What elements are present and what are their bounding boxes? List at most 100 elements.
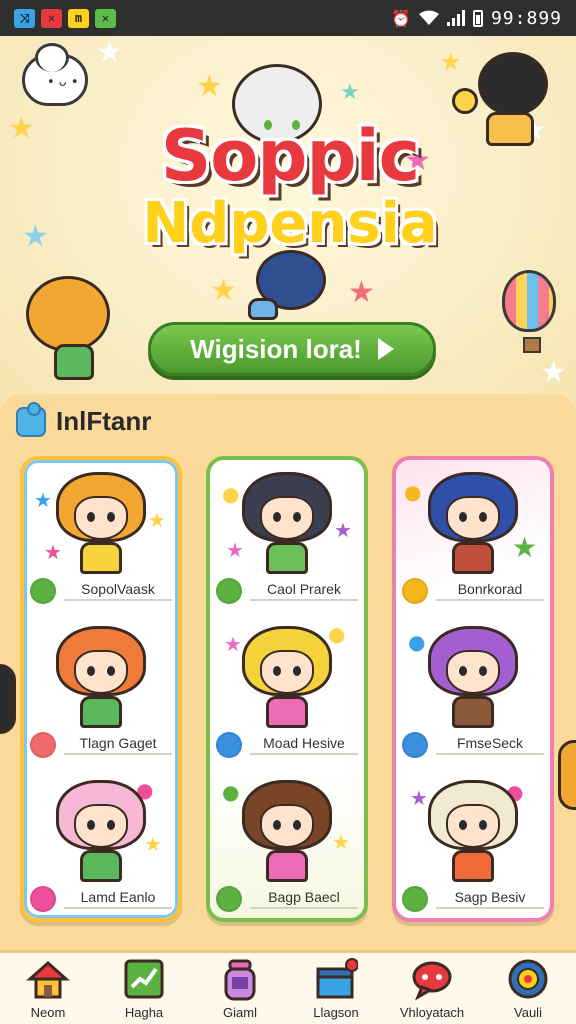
nav-item-chat[interactable]: Vhloyatach: [387, 957, 477, 1020]
house-icon: [26, 957, 70, 1001]
nav-label: Neom: [30, 1005, 66, 1020]
character-name: Tlagn Gaget: [64, 735, 172, 755]
character-entry[interactable]: ● ★ Lamd Eanlo: [24, 768, 178, 918]
hero-banner: ★ ★ ★ ★ ★ ★ ★ ★ ★ ★ ★ • ᴗ • Soppic Ndpen…: [0, 36, 576, 416]
character-name: Bonrkorad: [436, 581, 544, 601]
character-portrait: [428, 626, 518, 734]
character-portrait: [242, 472, 332, 580]
game-logo: Soppic Ndpensia: [120, 116, 460, 256]
balloon-icon: ●: [222, 780, 240, 804]
status-dot: [216, 886, 242, 912]
character-card[interactable]: ★ ★ ★ SopolVaask Tlagn Gaget ● ★ Lamd Ea…: [20, 456, 182, 922]
nav-label: Giaml: [223, 1005, 257, 1020]
character-section: InlFtanr ★ ★ ★ SopolVaask Tlagn Gaget ● …: [0, 394, 576, 954]
hot-air-balloon-icon: [502, 270, 556, 353]
star-icon: ★: [224, 632, 242, 656]
character-entry[interactable]: ● ★ ★ Caol Prarek: [210, 460, 364, 614]
start-button-label: Wigision lora!: [190, 333, 362, 364]
balloon-icon: ●: [404, 480, 422, 504]
play-icon: [377, 338, 394, 360]
nav-label: Hagha: [124, 1005, 164, 1020]
notification-icons: ⤨ ✕ m ✕: [14, 8, 116, 28]
character-portrait: [242, 626, 332, 734]
system-status: ⏰ 99:899: [391, 8, 562, 29]
status-dot: [402, 886, 428, 912]
character-entry[interactable]: ● ★ Bagp Baecl: [210, 768, 364, 918]
character-portrait: [56, 472, 146, 580]
character-entry[interactable]: Tlagn Gaget: [24, 614, 178, 768]
star-icon: ★: [22, 219, 49, 254]
nav-item-medal[interactable]: Vauli: [483, 957, 573, 1020]
character-name: SopolVaask: [64, 581, 172, 601]
character-entry[interactable]: ★ ★ ★ SopolVaask: [24, 460, 178, 614]
status-dot: [30, 578, 56, 604]
nav-label: Vauli: [514, 1005, 542, 1020]
app-badge-icon: ✕: [41, 8, 62, 28]
star-icon: ★: [196, 69, 223, 104]
speech-bubble-icon: ●: [408, 630, 426, 654]
star-icon: ★: [96, 36, 123, 70]
star-icon: ★: [348, 275, 375, 310]
status-dot: [216, 578, 242, 604]
mascot-character: [26, 276, 110, 352]
peeking-character: [0, 664, 16, 734]
character-entry[interactable]: ● ★ Bonrkorad: [396, 460, 550, 614]
status-dot: [402, 732, 428, 758]
star-icon: ★: [334, 518, 352, 542]
character-portrait: [242, 780, 332, 888]
battery-icon: [472, 9, 483, 27]
nav-item-box[interactable]: Llagson: [291, 957, 381, 1020]
section-header: InlFtanr: [16, 401, 151, 437]
character-entry[interactable]: ★ ● Sagp Besiv: [396, 768, 550, 918]
nav-label: Vhloyatach: [399, 1005, 465, 1020]
balloon-icon: ●: [222, 482, 240, 506]
box-icon: [314, 957, 359, 1001]
character-name: Bagp Baecl: [250, 889, 358, 909]
app-badge-icon: ✕: [95, 8, 116, 28]
signal-icon: [446, 10, 465, 26]
star-icon: ★: [210, 273, 237, 308]
character-entry[interactable]: ● FmseSeck: [396, 614, 550, 768]
logo-subtitle: Ndpensia: [142, 191, 438, 256]
start-button[interactable]: Wigision lora!: [148, 322, 436, 376]
app-badge-icon: ⤨: [14, 8, 35, 28]
nav-item-stats[interactable]: Hagha: [99, 957, 189, 1020]
character-card[interactable]: ● ★ ★ Caol Prarek ● ★ Moad Hesive ● ★ Ba…: [206, 456, 368, 922]
character-portrait: [56, 780, 146, 888]
bottom-navigation: Neom Hagha Giaml Llagson Vhloyatach Vaul…: [0, 950, 576, 1024]
cloud-mascot-icon: • ᴗ •: [22, 43, 88, 106]
character-card[interactable]: ● ★ Bonrkorad ● FmseSeck ★ ● Sagp Besiv: [392, 456, 554, 922]
jar-icon: [218, 957, 262, 1001]
chat-bubble-icon: [410, 957, 454, 1001]
logo-title: Soppic: [160, 115, 420, 197]
star-icon: ★: [34, 488, 52, 512]
character-entry[interactable]: ● ★ Moad Hesive: [210, 614, 364, 768]
star-icon: ★: [340, 80, 360, 105]
wifi-icon: [418, 10, 439, 25]
character-name: Moad Hesive: [250, 735, 358, 755]
app-badge-icon: m: [68, 8, 89, 28]
character-portrait: [56, 626, 146, 734]
character-name: FmseSeck: [436, 735, 544, 755]
peeking-character: [558, 740, 576, 810]
star-icon: ★: [332, 830, 350, 854]
medal-icon: [506, 957, 550, 1001]
character-name: Caol Prarek: [250, 581, 358, 601]
mascot-character: [478, 52, 548, 116]
star-icon: ★: [8, 111, 35, 146]
clock: 99:899: [490, 7, 562, 29]
nav-item-jar[interactable]: Giaml: [195, 957, 285, 1020]
status-bar: ⤨ ✕ m ✕ ⏰ 99:899: [0, 0, 576, 36]
alarm-icon: ⏰: [391, 8, 411, 28]
star-icon: ★: [540, 355, 567, 390]
nav-label: Llagson: [313, 1005, 359, 1020]
nav-item-home[interactable]: Neom: [3, 957, 93, 1020]
character-portrait: [428, 780, 518, 888]
character-name: Sagp Besiv: [436, 889, 544, 909]
puzzle-icon: [16, 401, 46, 437]
star-icon: ★: [148, 508, 166, 532]
status-dot: [216, 732, 242, 758]
character-name: Lamd Eanlo: [64, 889, 172, 909]
status-dot: [30, 732, 56, 758]
status-dot: [30, 886, 56, 912]
